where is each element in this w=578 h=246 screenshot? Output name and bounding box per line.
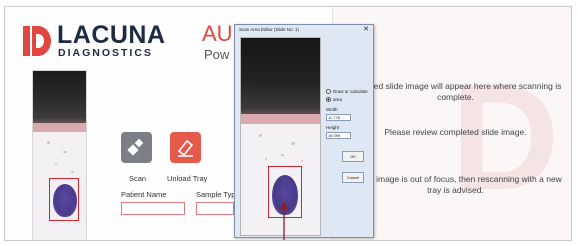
info-message-review: Please review completed slide image. [384,127,527,137]
ok-button[interactable]: OK [342,151,364,162]
width-input[interactable]: 11.776 [326,114,351,121]
slide-edge-band [241,114,320,124]
close-icon[interactable]: ✕ [363,25,369,33]
app-window: LACUNA DIAGNOSTICS AU Pow Scan Unload Tr… [4,6,572,241]
patient-name-label: Patient Name [121,190,167,199]
unload-tray-button[interactable] [170,132,201,163]
radio-button[interactable] [326,89,331,94]
sample-type-label: Sample Typ [196,190,236,199]
info-message-rescan: If slide image is out of focus, then res… [349,174,562,195]
dialog-controls: Draw or calculate area Width 11.776 Heig… [324,37,372,236]
dialog-title: Scan Area Editor (Slide No: 1) [239,27,300,32]
radio-label: Draw or calculate [333,89,368,94]
brand-name: LACUNA [57,21,166,49]
width-label: Width [326,107,338,112]
scan-area-editor-dialog: Scan Area Editor (Slide No: 1) ✕ Draw or… [234,24,374,238]
slide-label-area [33,71,86,129]
radio-draw-calculate[interactable]: Draw or calculate [326,89,368,94]
unload-tray-label: Unload Tray [167,174,208,183]
slide-label-area [241,38,320,120]
annotation-arrow-icon [280,201,288,240]
scan-button[interactable] [121,132,152,163]
lacuna-logo-icon [23,26,51,56]
scan-icon [127,138,144,156]
radio-button-selected[interactable] [326,97,331,102]
info-message-scan: Scanned slide image will appear here whe… [349,81,562,102]
scan-region-box [49,178,79,221]
slide-edge-band [33,123,86,132]
app-title: AU [202,21,233,46]
sample-type-input[interactable] [196,202,234,215]
slide-thumbnail[interactable] [32,70,87,240]
radio-label: area [333,97,343,102]
height-input[interactable]: 16.099 [326,132,351,139]
scan-button-label: Scan [129,174,147,183]
patient-name-input[interactable] [121,202,185,215]
unload-tray-icon [177,139,194,157]
app-subtitle: Pow [204,47,230,62]
radio-area[interactable]: area [326,97,342,102]
brand-subtitle: DIAGNOSTICS [58,47,153,59]
height-label: Height [326,125,340,130]
cancel-button[interactable]: Cancel [342,172,364,183]
